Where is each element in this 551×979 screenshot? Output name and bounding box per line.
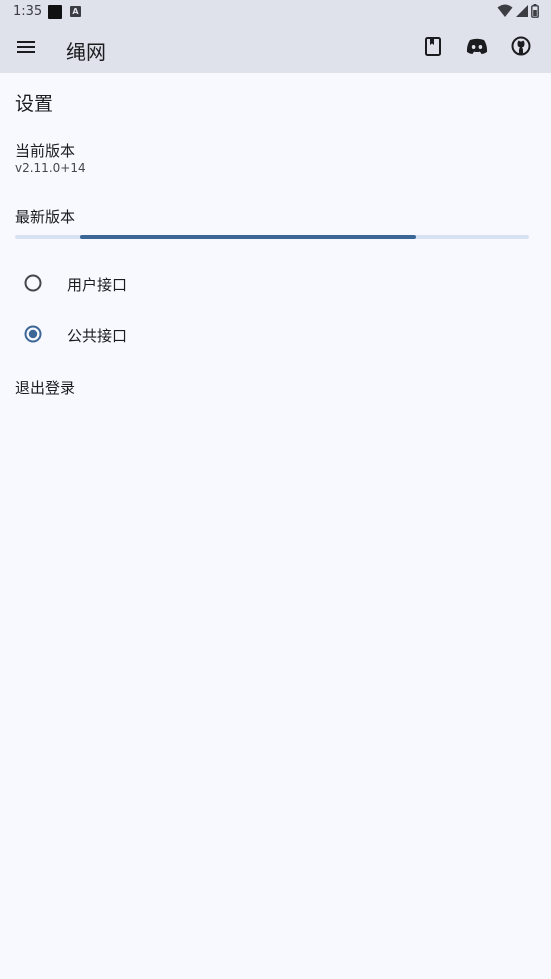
logout-button[interactable]: 退出登录 xyxy=(15,377,75,398)
a-badge-icon: A xyxy=(70,6,81,17)
radio-label-user-api: 用户接口 xyxy=(67,276,128,294)
status-bar: 1:35 A xyxy=(0,0,551,24)
status-time: 1:35 xyxy=(13,4,43,19)
page-title: 设置 xyxy=(15,93,54,115)
menu-icon xyxy=(17,39,35,58)
app-bar: 绳网 xyxy=(0,24,551,73)
app-title: 绳网 xyxy=(66,40,106,64)
signal-icon xyxy=(515,3,529,22)
radio-public-api[interactable]: 公共接口 xyxy=(0,314,551,354)
github-button[interactable] xyxy=(509,36,533,60)
progress-indicator xyxy=(80,235,416,239)
menu-button[interactable] xyxy=(10,36,42,60)
latest-version-label: 最新版本 xyxy=(15,208,76,226)
radio-user-api[interactable]: 用户接口 xyxy=(0,263,551,303)
black-square-icon xyxy=(48,5,62,19)
wifi-icon xyxy=(497,3,513,22)
battery-icon xyxy=(531,3,539,22)
radio-unchecked-icon[interactable] xyxy=(23,273,43,293)
current-version-value: v2.11.0+14 xyxy=(15,161,86,175)
discord-button[interactable] xyxy=(465,36,489,60)
radio-label-public-api: 公共接口 xyxy=(67,327,128,345)
radio-checked-icon[interactable] xyxy=(23,324,43,344)
latest-version-progress xyxy=(15,235,529,239)
discord-icon xyxy=(466,38,488,58)
book-icon xyxy=(425,36,441,60)
github-icon xyxy=(511,36,531,60)
status-icons xyxy=(497,3,539,22)
book-button[interactable] xyxy=(421,36,445,60)
current-version-label: 当前版本 xyxy=(15,142,76,160)
